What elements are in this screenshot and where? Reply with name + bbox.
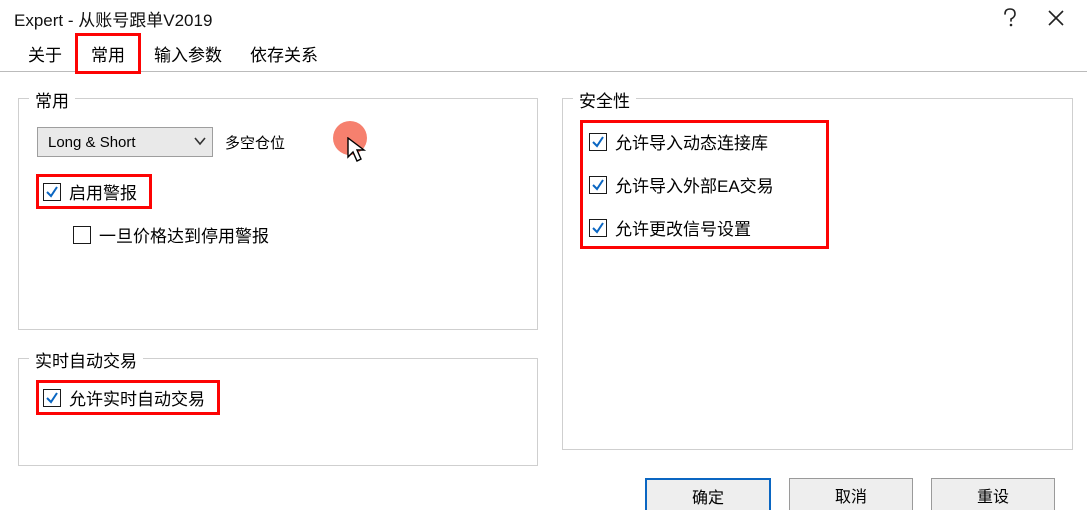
allow-live-trading-label: 允许实时自动交易 bbox=[69, 385, 205, 410]
allow-live-trading-checkbox[interactable]: 允许实时自动交易 bbox=[43, 385, 205, 410]
checkbox-box bbox=[589, 219, 607, 237]
positions-select[interactable]: Long & Short bbox=[37, 127, 213, 157]
allow-signal-label: 允许更改信号设置 bbox=[615, 215, 751, 240]
group-auto-legend: 实时自动交易 bbox=[29, 347, 143, 372]
title-bar: Expert - 从账号跟单V2019 bbox=[0, 0, 1087, 36]
security-highlight: 允许导入动态连接库 允许导入外部EA交易 bbox=[581, 121, 828, 248]
checkbox-box bbox=[589, 133, 607, 151]
disable-alert-once-hit-label: 一旦价格达到停用警报 bbox=[99, 222, 269, 247]
positions-label: 多空仓位 bbox=[225, 132, 285, 153]
tab-common[interactable]: 常用 bbox=[76, 34, 140, 73]
window-title: Expert - 从账号跟单V2019 bbox=[14, 6, 987, 31]
allow-live-trading-highlight: 允许实时自动交易 bbox=[37, 381, 219, 414]
checkbox-box bbox=[73, 226, 91, 244]
enable-alert-highlight: 启用警报 bbox=[37, 175, 151, 208]
ok-button[interactable]: 确定 bbox=[645, 478, 771, 510]
tab-strip: 关于 常用 输入参数 依存关系 bbox=[0, 36, 1087, 72]
chevron-down-icon bbox=[194, 134, 206, 151]
group-security: 安全性 允许导入动态连接库 允许导入外部EA交易 bbox=[562, 98, 1073, 450]
help-button[interactable] bbox=[987, 0, 1033, 36]
checkbox-box bbox=[43, 183, 61, 201]
tab-depend[interactable]: 依存关系 bbox=[236, 35, 332, 72]
close-icon bbox=[1048, 10, 1064, 26]
group-common-legend: 常用 bbox=[29, 87, 75, 112]
cancel-button[interactable]: 取消 bbox=[789, 478, 913, 510]
enable-alert-checkbox[interactable]: 启用警报 bbox=[43, 179, 137, 204]
disable-alert-once-hit-checkbox[interactable]: 一旦价格达到停用警报 bbox=[73, 222, 269, 247]
reset-button[interactable]: 重设 bbox=[931, 478, 1055, 510]
tab-inputs[interactable]: 输入参数 bbox=[140, 35, 236, 72]
help-icon bbox=[1003, 8, 1017, 28]
checkbox-box bbox=[589, 176, 607, 194]
tab-about[interactable]: 关于 bbox=[14, 35, 76, 72]
ok-button-label: 确定 bbox=[692, 484, 724, 508]
allow-dll-checkbox[interactable]: 允许导入动态连接库 bbox=[589, 129, 768, 154]
dialog-footer: 确定 取消 重设 bbox=[0, 470, 1087, 510]
reset-button-label: 重设 bbox=[977, 483, 1009, 507]
positions-select-value: Long & Short bbox=[48, 134, 136, 151]
group-common: 常用 Long & Short 多空仓位 bbox=[18, 98, 538, 330]
group-security-legend: 安全性 bbox=[573, 87, 636, 112]
group-auto-trading: 实时自动交易 允许实时自动交易 bbox=[18, 358, 538, 466]
close-button[interactable] bbox=[1033, 0, 1079, 36]
enable-alert-label: 启用警报 bbox=[69, 179, 137, 204]
allow-dll-label: 允许导入动态连接库 bbox=[615, 129, 768, 154]
allow-signal-checkbox[interactable]: 允许更改信号设置 bbox=[589, 215, 751, 240]
checkbox-box bbox=[43, 389, 61, 407]
allow-ext-ea-label: 允许导入外部EA交易 bbox=[615, 172, 774, 197]
cancel-button-label: 取消 bbox=[835, 483, 867, 507]
allow-ext-ea-checkbox[interactable]: 允许导入外部EA交易 bbox=[589, 172, 774, 197]
cursor-icon bbox=[347, 137, 369, 167]
